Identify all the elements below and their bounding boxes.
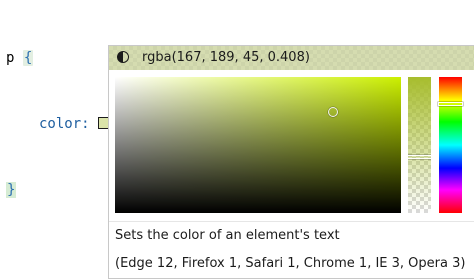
- color-picker-popup: rgba(167, 189, 45, 0.408) Sets the color…: [108, 45, 474, 279]
- saturation-value-area[interactable]: [115, 77, 401, 213]
- browser-compatibility: (Edge 12, Firefox 1, Safari 1, Chrome 1,…: [115, 256, 466, 271]
- css-selector: p: [6, 50, 15, 66]
- hue-slider-handle[interactable]: [438, 102, 463, 106]
- contrast-icon[interactable]: [117, 51, 129, 63]
- color-value-text: rgba(167, 189, 45, 0.408): [142, 50, 310, 65]
- divider: [109, 221, 474, 222]
- color-swatch-icon[interactable]: [97, 117, 109, 129]
- open-brace: {: [22, 50, 34, 66]
- saturation-value-handle[interactable]: [328, 107, 338, 117]
- alpha-gradient: [408, 77, 431, 213]
- alpha-slider-handle[interactable]: [408, 155, 431, 159]
- color-preview-header: rgba(167, 189, 45, 0.408): [109, 46, 474, 70]
- css-property: color:: [39, 116, 90, 132]
- close-brace: }: [6, 182, 17, 198]
- hue-slider[interactable]: [438, 77, 463, 213]
- alpha-slider[interactable]: [408, 77, 431, 213]
- property-description: Sets the color of an element's text: [115, 228, 340, 243]
